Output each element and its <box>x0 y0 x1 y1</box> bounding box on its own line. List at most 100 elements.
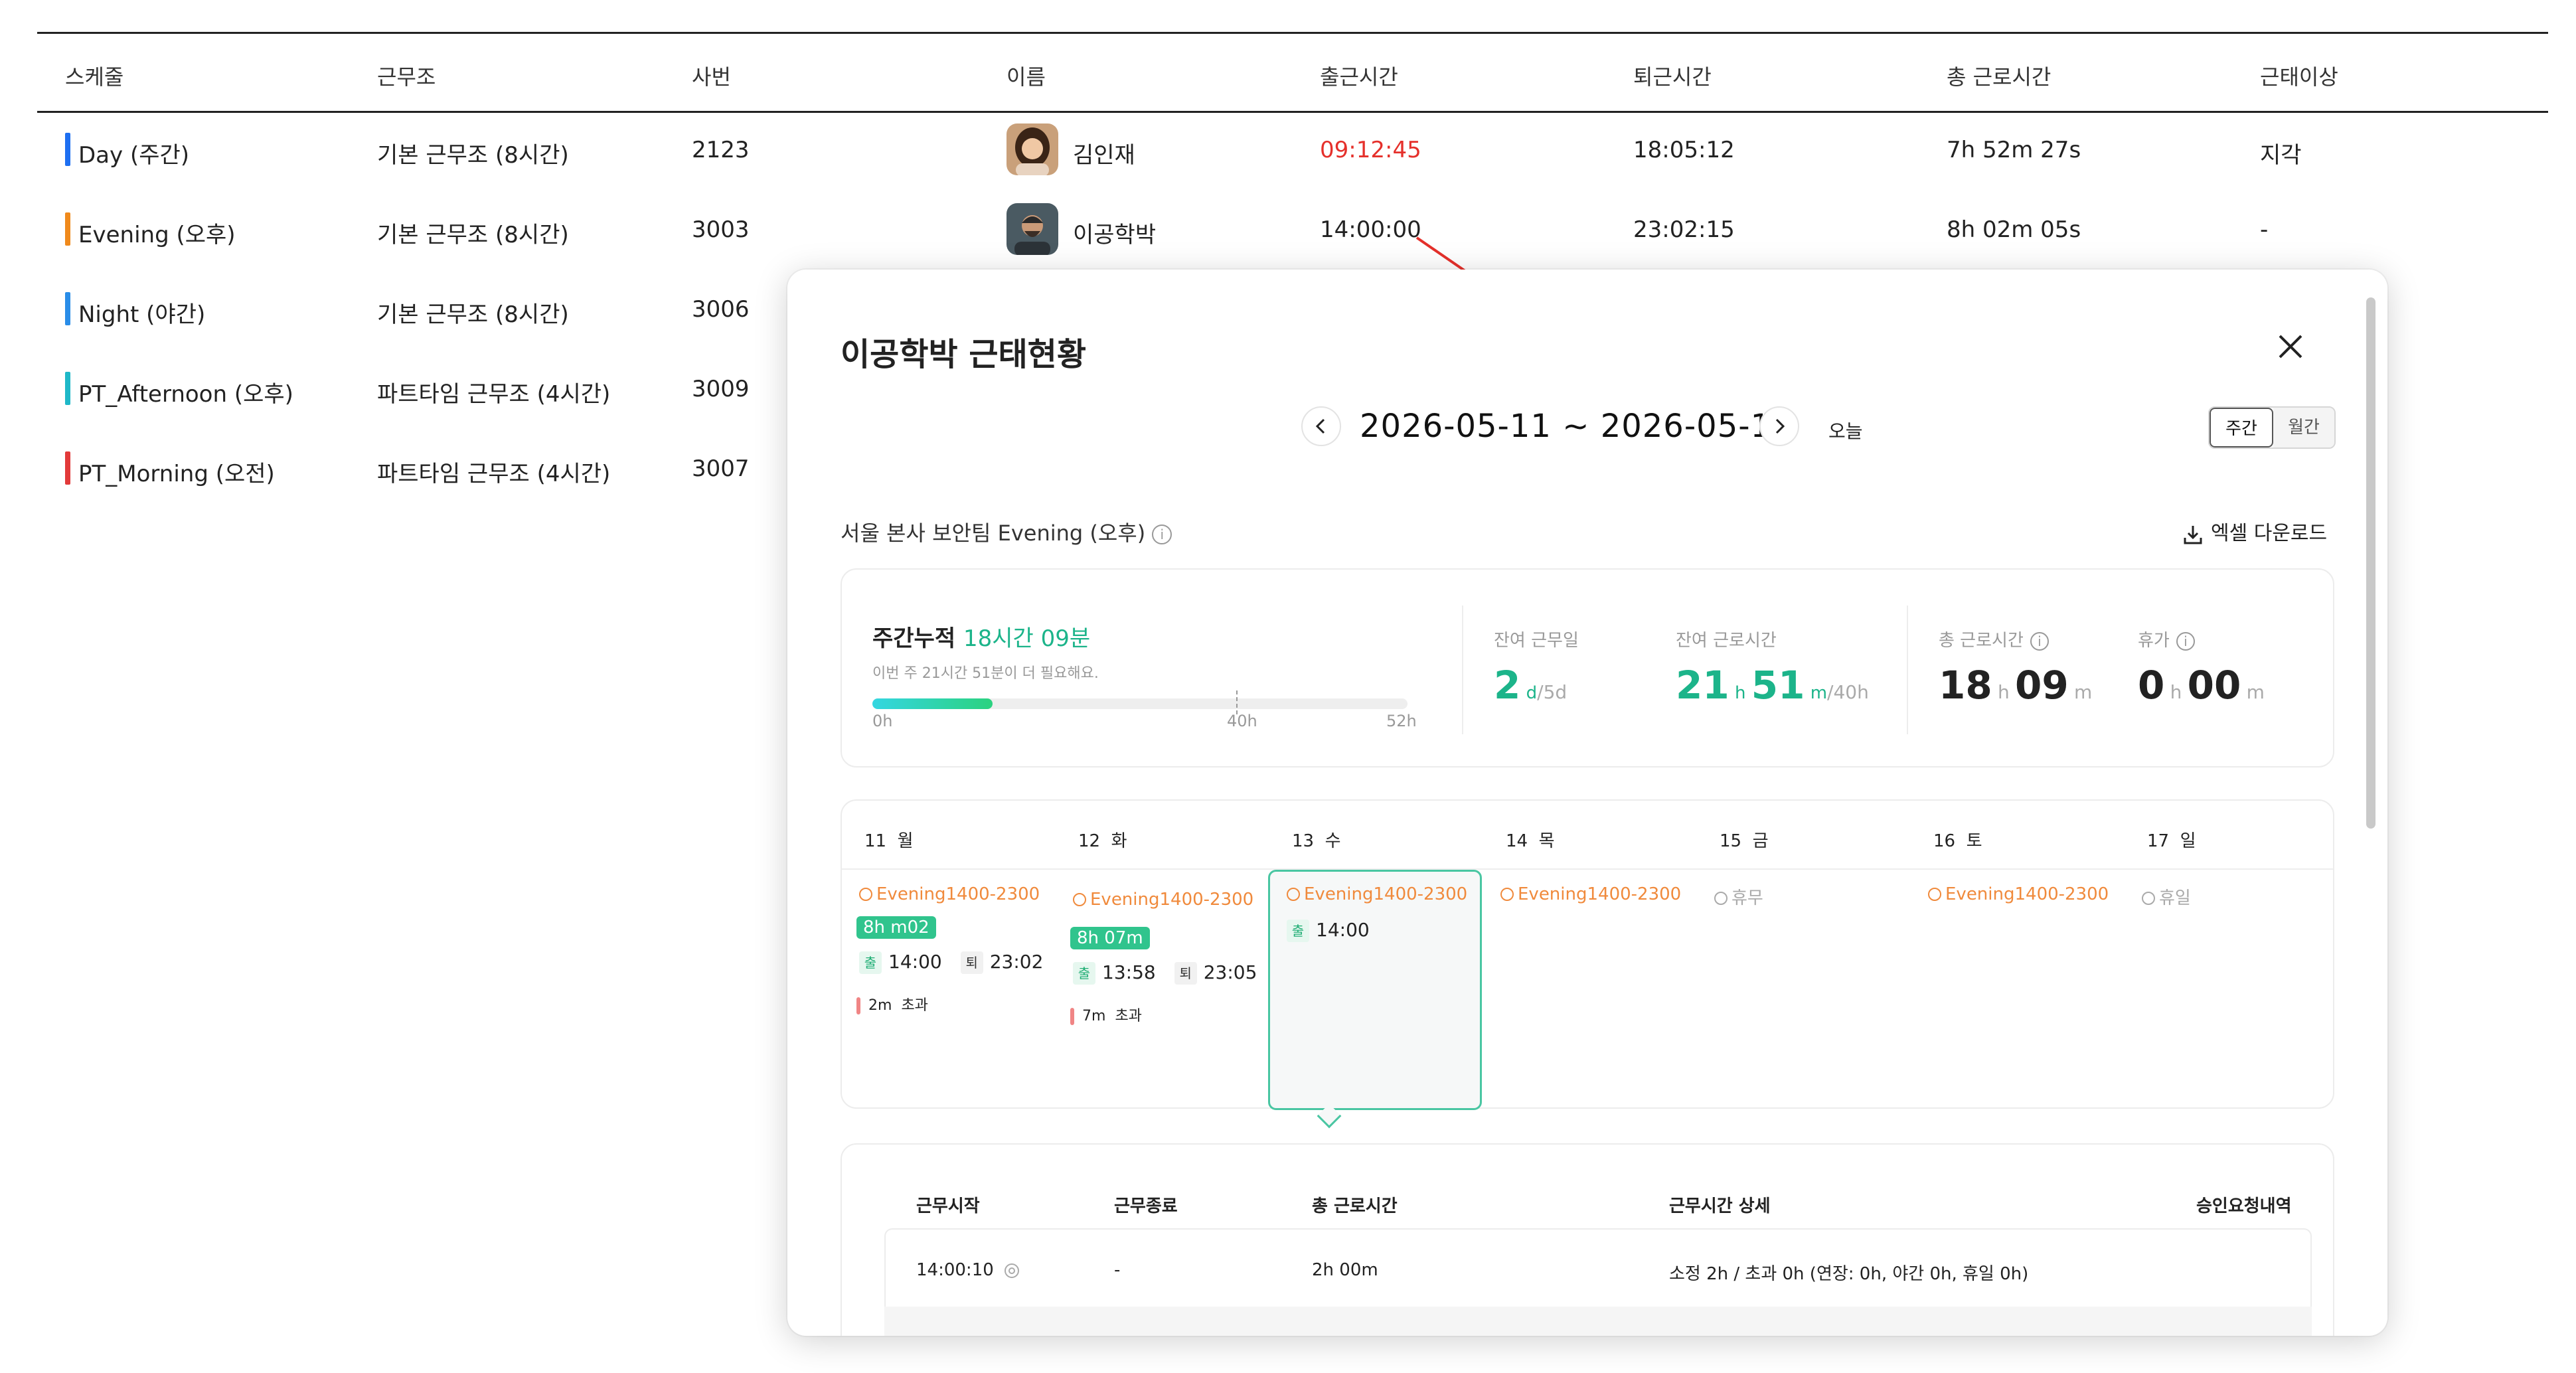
work-detail: 소정 2h / 초과 0h (연장: 0h, 야간 0h, 휴일 0h) <box>1669 1264 2029 1284</box>
emp-no: 3006 <box>692 296 750 323</box>
col-emp-no[interactable]: 사번 <box>692 60 731 91</box>
clock-out-time: 18:05:12 <box>1633 137 1735 163</box>
remain-hours-value: 21 h 51 m/40h <box>1676 663 1869 708</box>
today-button[interactable]: 오늘 <box>1828 417 1863 444</box>
employee-name[interactable]: 이공학박 <box>1073 216 1156 249</box>
table-row[interactable]: Evening (오후) 기본 근무조 (8시간) 3003 이공학박 14:0… <box>37 193 2548 272</box>
emp-no: 3007 <box>692 455 750 482</box>
table-row[interactable]: 14:00:10 - 2h 00m 소정 2h / 초과 0h (연장: 0h,… <box>884 1228 2312 1308</box>
day-shift[interactable]: 휴일 <box>2142 884 2191 909</box>
overtime: 7m 초과 <box>1070 1004 1142 1025</box>
col-name[interactable]: 이름 <box>1006 60 1046 91</box>
chevron-right-icon <box>1775 418 1785 434</box>
day-shift[interactable]: 휴무 <box>1714 884 1763 909</box>
shift-name: 파트타임 근무조 (4시간) <box>377 381 611 408</box>
excel-download-label: 엑셀 다운로드 <box>2211 522 2328 545</box>
day-shift[interactable]: Evening1400-2300 <box>1287 884 1467 904</box>
divider <box>1462 606 1463 734</box>
clock-in-time: 09:12:45 <box>1320 137 1421 163</box>
day-header: 16 토 <box>1933 831 1982 851</box>
next-week-button[interactable] <box>1759 406 1799 446</box>
col-clock-out[interactable]: 퇴근시간 <box>1633 60 1712 91</box>
schedule-name: Evening (오후) <box>78 222 236 248</box>
table-row[interactable] <box>884 1307 2312 1336</box>
col-approval: 승인요청내역 <box>2196 1196 2292 1216</box>
schedule-name: Day (주간) <box>78 142 190 169</box>
col-total[interactable]: 총 근로시간 <box>1947 60 2051 91</box>
avatar <box>1006 203 1058 255</box>
remain-days-value: 2 d/5d <box>1494 663 1568 708</box>
day-shift[interactable]: Evening1400-2300 <box>1500 884 1681 904</box>
schedule-name: Night (야간) <box>78 301 206 328</box>
day-shift[interactable]: Evening1400-2300 <box>1928 884 2109 904</box>
total-hours-label: 총 근로시간 i <box>1939 627 2049 651</box>
day-shift[interactable]: Evening1400-2300 <box>1073 890 1253 910</box>
scrollbar[interactable] <box>2366 297 2375 829</box>
week-view-button[interactable]: 주간 <box>2210 408 2273 447</box>
work-start: 14:00:10 <box>916 1260 1020 1280</box>
weekly-calendar: 11 월 12 화 13 수 14 목 15 금 16 토 17 일 Eveni… <box>841 799 2334 1110</box>
location-icon[interactable] <box>1003 1262 1020 1279</box>
shift-name: 기본 근무조 (8시간) <box>377 142 569 169</box>
month-view-button[interactable]: 월간 <box>2273 408 2334 447</box>
emp-no: 3003 <box>692 216 750 243</box>
prev-week-button[interactable] <box>1301 406 1341 446</box>
shift-name: 기본 근무조 (8시간) <box>377 222 569 248</box>
weekly-accumulated-value: 18시간 09분 <box>963 625 1091 652</box>
remain-days-label: 잔여 근무일 <box>1494 631 1579 651</box>
clock-in-out: 출 14:00 퇴 23:02 <box>859 951 1043 974</box>
clock-icon <box>2142 892 2155 905</box>
team-name: 서울 본사 보안팀 Evening (오후) <box>841 521 1146 546</box>
employee-name[interactable]: 김인재 <box>1073 137 1135 169</box>
remain-hours-label: 잔여 근로시간 <box>1676 631 1777 651</box>
leave-value: 0 h 00 m <box>2138 663 2265 708</box>
clock-icon <box>1928 888 1941 901</box>
overtime: 2m 초과 <box>856 993 928 1014</box>
day-header: 11 월 <box>864 831 914 851</box>
excel-download-button[interactable]: 엑셀 다운로드 <box>2182 517 2327 546</box>
view-toggle: 주간 월간 <box>2208 406 2336 449</box>
clock-icon <box>1500 888 1514 901</box>
divider <box>1907 606 1908 734</box>
col-work-end: 근무종료 <box>1114 1196 1178 1216</box>
col-work-start: 근무시작 <box>916 1196 980 1216</box>
info-icon[interactable]: i <box>2030 631 2049 651</box>
day-header: 14 목 <box>1506 831 1555 851</box>
total-hours-value: 18 h 09 m <box>1939 663 2093 708</box>
table-row[interactable]: Day (주간) 기본 근무조 (8시간) 2123 김인재 09:12:45 … <box>37 113 2548 193</box>
col-issue[interactable]: 근태이상 <box>2260 60 2338 91</box>
clock-in-time: 14:00:00 <box>1320 216 1421 243</box>
col-shift[interactable]: 근무조 <box>377 60 436 91</box>
attendance-table: 스케줄 근무조 사번 이름 출근시간 퇴근시간 총 근로시간 근태이상 Day … <box>37 32 2548 487</box>
progress-tick: 40h <box>1227 712 1257 730</box>
col-clock-in[interactable]: 출근시간 <box>1320 60 1398 91</box>
chevron-left-icon <box>1315 418 1325 434</box>
table-header: 스케줄 근무조 사번 이름 출근시간 퇴근시간 총 근로시간 근태이상 <box>37 32 2548 113</box>
schedule-name: PT_Morning (오전) <box>78 461 275 487</box>
col-total-hours: 총 근로시간 <box>1312 1196 1398 1216</box>
attendance-issue: - <box>2260 216 2269 243</box>
day-header: 17 일 <box>2147 831 2196 851</box>
col-schedule[interactable]: 스케줄 <box>65 60 123 91</box>
team-label: 서울 본사 보안팀 Evening (오후) i <box>841 517 1172 547</box>
shift-name: 기본 근무조 (8시간) <box>377 301 569 328</box>
info-icon[interactable]: i <box>2176 631 2195 651</box>
progress-tick: 52h <box>1386 712 1417 730</box>
shift-name: 파트타임 근무조 (4시간) <box>377 461 611 487</box>
selected-day-cell[interactable] <box>1268 870 1482 1110</box>
schedule-color-bar <box>65 451 70 485</box>
info-icon[interactable]: i <box>1152 525 1172 544</box>
total-hours: 8h 02m 05s <box>1947 216 2081 243</box>
remaining-note: 이번 주 21시간 51분이 더 필요해요. <box>872 665 1099 682</box>
clock-in-out: 출 13:58 퇴 23:05 <box>1073 961 1257 985</box>
schedule-color-bar <box>65 133 70 166</box>
leave-label: 휴가 i <box>2138 627 2195 651</box>
weekly-progress-fill <box>872 698 993 709</box>
worked-hours-badge: 8h m02 <box>856 916 936 939</box>
calendar-header: 11 월 12 화 13 수 14 목 15 금 16 토 17 일 <box>842 801 2333 870</box>
attendance-issue: 지각 <box>2260 142 2302 169</box>
close-button[interactable] <box>2271 327 2310 366</box>
close-icon <box>2279 335 2302 359</box>
summary-card: 주간누적 18시간 09분 이번 주 21시간 51분이 더 필요해요. 0h … <box>841 568 2334 767</box>
day-shift[interactable]: Evening1400-2300 <box>859 884 1040 904</box>
